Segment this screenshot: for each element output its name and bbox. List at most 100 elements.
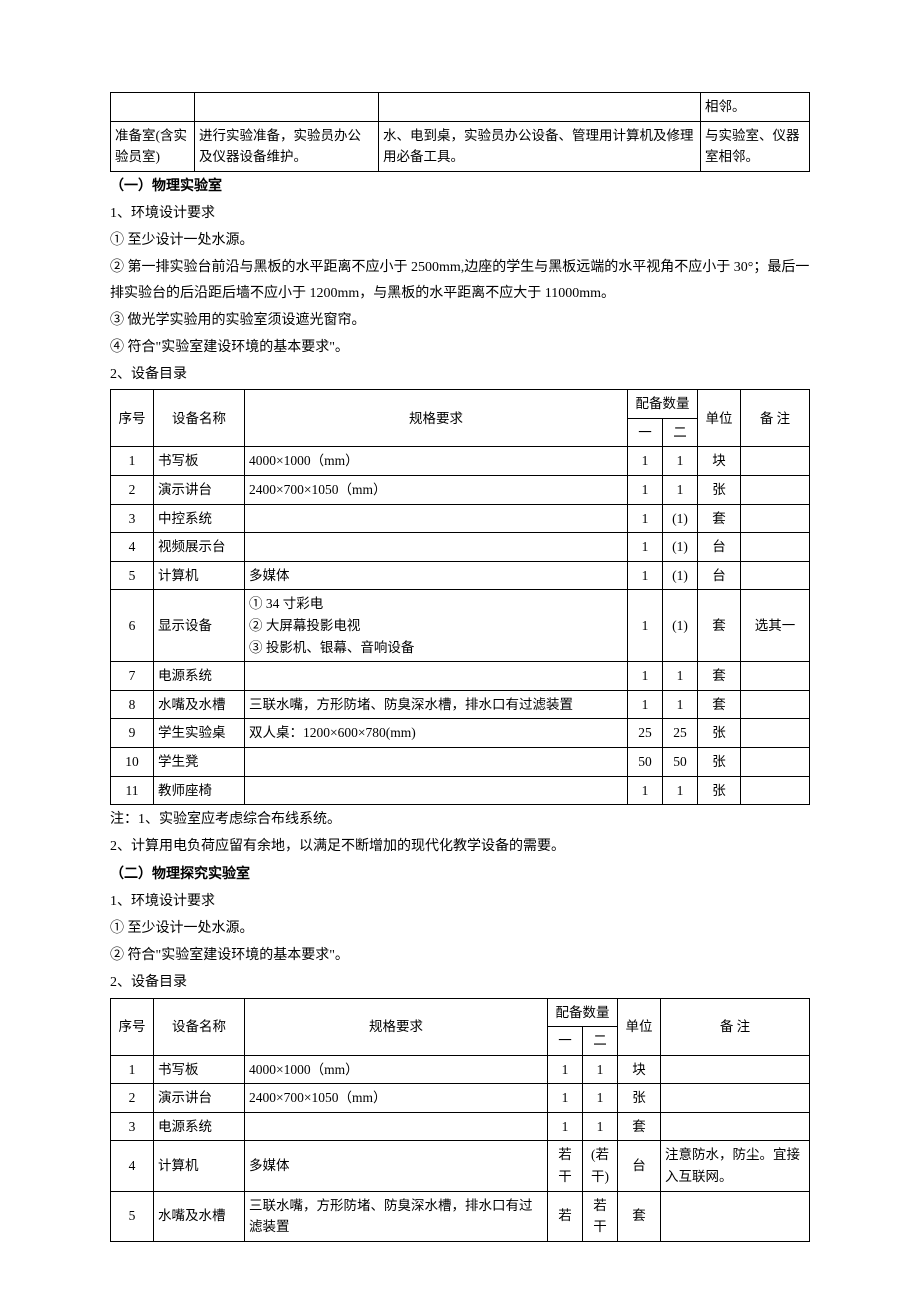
cell-q1: 1 xyxy=(628,662,663,691)
cell xyxy=(111,93,195,122)
cell-remark xyxy=(661,1055,810,1084)
cell-spec xyxy=(245,504,628,533)
cell-q1: 1 xyxy=(628,476,663,505)
cell-name: 学生凳 xyxy=(154,748,245,777)
cell-q1: 1 xyxy=(628,590,663,662)
cell-remark: 注意防水，防尘。宜接入互联网。 xyxy=(661,1141,810,1191)
cell-q2: 1 xyxy=(663,476,698,505)
cell-unit: 套 xyxy=(698,590,741,662)
env-item: ① 至少设计一处水源。 xyxy=(110,228,810,253)
cell-name: 演示讲台 xyxy=(154,476,245,505)
cell-spec: 双人桌：1200×600×780(mm) xyxy=(245,719,628,748)
table-row: 6显示设备① 34 寸彩电 ② 大屏幕投影电视 ③ 投影机、银幕、音响设备1(1… xyxy=(111,590,810,662)
cell-spec: ① 34 寸彩电 ② 大屏幕投影电视 ③ 投影机、银幕、音响设备 xyxy=(245,590,628,662)
cell-unit: 块 xyxy=(618,1055,661,1084)
hdr-qty: 配备数量 xyxy=(628,390,698,419)
cell-seq: 3 xyxy=(111,504,154,533)
hdr-remark: 备 注 xyxy=(661,998,810,1055)
table-row: 10学生凳5050张 xyxy=(111,748,810,777)
cell-q2: 1 xyxy=(583,1112,618,1141)
cell-spec: 4000×1000（mm） xyxy=(245,447,628,476)
note: 2、计算用电负荷应留有余地，以满足不断增加的现代化教学设备的需要。 xyxy=(110,834,810,859)
cell-q1: 1 xyxy=(628,690,663,719)
cell-remark xyxy=(741,476,810,505)
table-row: 9学生实验桌双人桌：1200×600×780(mm)2525张 xyxy=(111,719,810,748)
table-row: 1书写板4000×1000（mm）11块 xyxy=(111,447,810,476)
cell-func: 进行实验准备，实验员办公及仪器设备维护。 xyxy=(195,121,379,171)
cell-spec xyxy=(245,776,628,805)
cell-q2: (1) xyxy=(663,590,698,662)
cell-name: 书写板 xyxy=(154,1055,245,1084)
cell-q1: 1 xyxy=(548,1112,583,1141)
hdr-unit: 单位 xyxy=(698,390,741,447)
hdr-remark: 备 注 xyxy=(741,390,810,447)
cell-seq: 5 xyxy=(111,561,154,590)
cell-name: 计算机 xyxy=(154,1141,245,1191)
note: 注：1、实验室应考虑综合布线系统。 xyxy=(110,807,810,832)
cell-q2: (1) xyxy=(663,533,698,562)
equipment-table-1: 序号 设备名称 规格要求 配备数量 单位 备 注 一 二 1书写板4000×10… xyxy=(110,389,810,805)
cell-q2: 25 xyxy=(663,719,698,748)
cell-name: 书写板 xyxy=(154,447,245,476)
hdr-q2: 二 xyxy=(583,1027,618,1056)
table-row: 3电源系统11套 xyxy=(111,1112,810,1141)
table-row: 准备室(含实验员室) 进行实验准备，实验员办公及仪器设备维护。 水、电到桌，实验… xyxy=(111,121,810,171)
hdr-seq: 序号 xyxy=(111,998,154,1055)
cell-q1: 1 xyxy=(628,504,663,533)
cell-room: 准备室(含实验员室) xyxy=(111,121,195,171)
env-label: 1、环境设计要求 xyxy=(110,201,810,226)
hdr-seq: 序号 xyxy=(111,390,154,447)
hdr-q1: 一 xyxy=(548,1027,583,1056)
cell-spec: 多媒体 xyxy=(245,1141,548,1191)
cell-remark xyxy=(661,1084,810,1113)
cell-remark xyxy=(741,748,810,777)
cell: 相邻。 xyxy=(701,93,810,122)
cell-seq: 1 xyxy=(111,1055,154,1084)
cell-remark xyxy=(661,1112,810,1141)
cell-spec: 多媒体 xyxy=(245,561,628,590)
cell xyxy=(195,93,379,122)
env-item: ④ 符合"实验室建设环境的基本要求"。 xyxy=(110,335,810,360)
cell-remark: 选其一 xyxy=(741,590,810,662)
env-label: 1、环境设计要求 xyxy=(110,889,810,914)
cell-unit: 张 xyxy=(618,1084,661,1113)
cell-remark xyxy=(741,533,810,562)
env-item: ③ 做光学实验用的实验室须设遮光窗帘。 xyxy=(110,308,810,333)
cell-q1: 1 xyxy=(628,561,663,590)
cell-seq: 4 xyxy=(111,533,154,562)
cell-spec: 2400×700×1050（mm） xyxy=(245,1084,548,1113)
cell-q2: 1 xyxy=(663,447,698,476)
cell-spec: 三联水嘴，方形防堵、防臭深水槽，排水口有过滤装置 xyxy=(245,690,628,719)
table-row: 4视频展示台1(1)台 xyxy=(111,533,810,562)
cell-name: 显示设备 xyxy=(154,590,245,662)
cell-unit: 套 xyxy=(698,662,741,691)
cell-q1: 1 xyxy=(548,1055,583,1084)
table-row: 11教师座椅11张 xyxy=(111,776,810,805)
cell-q2: 若干 xyxy=(583,1191,618,1241)
cell-remark xyxy=(741,447,810,476)
cell-unit: 套 xyxy=(698,504,741,533)
cell-name: 计算机 xyxy=(154,561,245,590)
cell-q1: 1 xyxy=(628,776,663,805)
cell-q2: 50 xyxy=(663,748,698,777)
cell-seq: 5 xyxy=(111,1191,154,1241)
equipment-table-2: 序号 设备名称 规格要求 配备数量 单位 备 注 一 二 1书写板4000×10… xyxy=(110,998,810,1242)
table-row: 3中控系统1(1)套 xyxy=(111,504,810,533)
env-item: ② 符合"实验室建设环境的基本要求"。 xyxy=(110,943,810,968)
cell-unit: 台 xyxy=(618,1141,661,1191)
cell-name: 电源系统 xyxy=(154,1112,245,1141)
hdr-q1: 一 xyxy=(628,418,663,447)
cell-spec: 三联水嘴，方形防堵、防臭深水槽，排水口有过滤装置 xyxy=(245,1191,548,1241)
cell-unit: 张 xyxy=(698,476,741,505)
header-row: 序号 设备名称 规格要求 配备数量 单位 备 注 xyxy=(111,390,810,419)
cell-remark xyxy=(741,690,810,719)
table-row: 8水嘴及水槽三联水嘴，方形防堵、防臭深水槽，排水口有过滤装置11套 xyxy=(111,690,810,719)
cell-remark xyxy=(661,1191,810,1241)
table-row: 5计算机多媒体1(1)台 xyxy=(111,561,810,590)
cell-remark xyxy=(741,662,810,691)
table-row: 5水嘴及水槽三联水嘴，方形防堵、防臭深水槽，排水口有过滤装置若若干套 xyxy=(111,1191,810,1241)
env-item: ① 至少设计一处水源。 xyxy=(110,916,810,941)
hdr-name: 设备名称 xyxy=(154,998,245,1055)
cell-name: 教师座椅 xyxy=(154,776,245,805)
cell-unit: 张 xyxy=(698,776,741,805)
